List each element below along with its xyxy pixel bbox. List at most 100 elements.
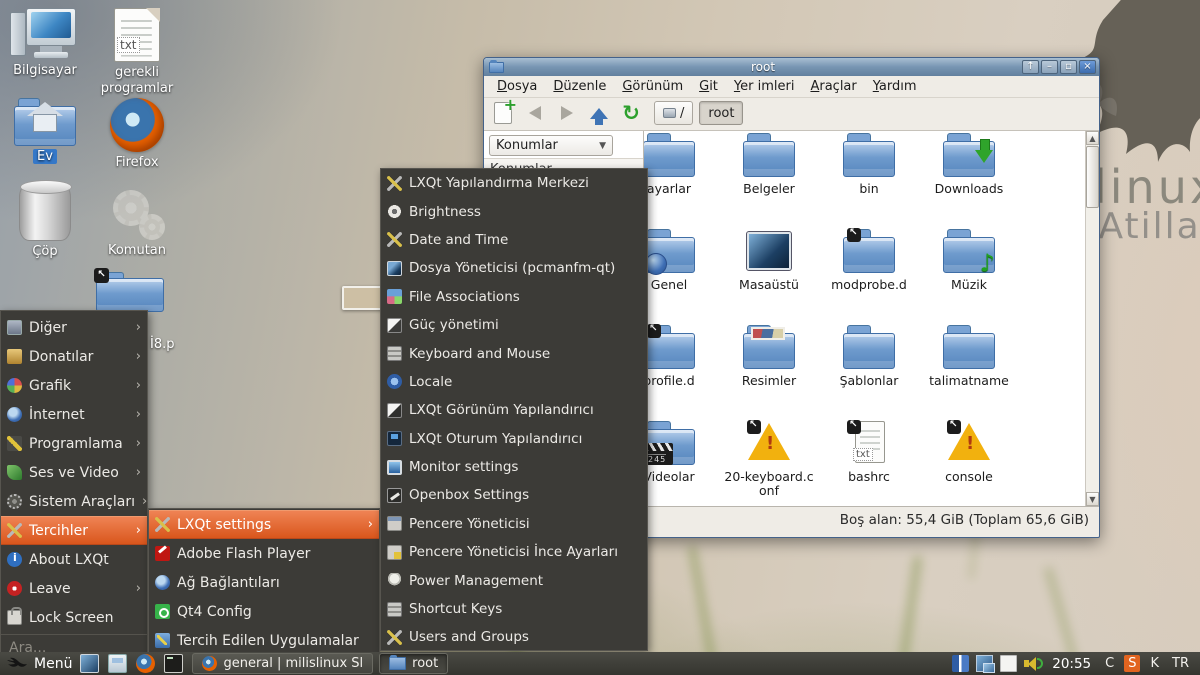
minimize-button[interactable]: – (1041, 60, 1058, 74)
forward-button[interactable] (554, 101, 580, 125)
tray-clipboard-icon[interactable] (1000, 655, 1017, 672)
menu-item[interactable]: Donatılar › (1, 342, 147, 371)
menu-button[interactable]: Menü (0, 652, 80, 675)
file-list-area[interactable]: txt ♪ ayarlar (644, 131, 1099, 506)
file-item[interactable]: txt ♪ ayarlar (644, 133, 719, 196)
tray-volume-icon[interactable] (1024, 655, 1041, 672)
desktop-icon-label: Komutan (87, 243, 187, 259)
file-item[interactable]: txt ♪ Şablonlar (819, 325, 919, 388)
refresh-button[interactable]: ↻ (618, 101, 644, 125)
desktop-icon-firefox[interactable]: Firefox (87, 98, 187, 171)
file-item[interactable]: txt ♪ modprobe.d (819, 229, 919, 292)
indicator-c[interactable]: C (1102, 656, 1117, 671)
menu-item[interactable]: Pencere Yöneticisi İnce Ayarları (381, 538, 647, 566)
firefox-launcher-icon[interactable] (136, 654, 155, 673)
file-item[interactable]: txt ♪ talimatname (919, 325, 1019, 388)
desktop-icon-computer[interactable]: Bilgisayar (0, 8, 93, 79)
file-item[interactable]: txt ♪ Belgeler (719, 133, 819, 196)
menubar-item[interactable]: Düzenle (546, 78, 613, 95)
file-item[interactable]: txt ♪ profile.d (644, 325, 719, 388)
menu-item[interactable]: File Associations (381, 283, 647, 311)
up-button[interactable] (586, 101, 612, 125)
file-item[interactable]: txt ♪ console (919, 421, 1019, 484)
task-button-root[interactable]: root (379, 653, 448, 674)
places-combobox[interactable]: Konumlar▼ (489, 135, 613, 156)
menu-item[interactable]: Güç yönetimi (381, 311, 647, 339)
back-button[interactable] (522, 101, 548, 125)
menu-item[interactable]: İnternet › (1, 400, 147, 429)
file-item[interactable]: txt ♪ Downloads (919, 133, 1019, 196)
task-button-browser[interactable]: general | milislinux Sl (192, 653, 373, 674)
keyboard-layout-indicator[interactable]: TR (1169, 656, 1192, 671)
menu-item[interactable]: Tercihler › (1, 516, 147, 545)
desktop-icon-trash[interactable]: Çöp (0, 183, 93, 260)
show-desktop-launcher-icon[interactable] (80, 654, 99, 673)
menu-item[interactable]: Power Management (381, 566, 647, 594)
scrollbar-thumb[interactable] (1086, 146, 1099, 208)
close-button[interactable]: × (1079, 60, 1096, 74)
maximize-button[interactable]: ▫ (1060, 60, 1077, 74)
file-item[interactable]: txt ♪ bashrc (819, 421, 919, 484)
shade-button[interactable]: ↑ (1022, 60, 1039, 74)
menubar-item[interactable]: Dosya (490, 78, 544, 95)
tray-network-icon[interactable] (976, 655, 993, 672)
terminal-launcher-icon[interactable] (164, 654, 183, 673)
window-titlebar[interactable]: root ↑ – ▫ × (484, 58, 1099, 76)
new-tab-button[interactable] (490, 101, 516, 125)
clock[interactable]: 20:55 (1052, 656, 1091, 672)
indicator-s[interactable]: S (1124, 655, 1140, 672)
menu-item[interactable]: Lock Screen › (1, 603, 147, 632)
menu-item[interactable]: Openbox Settings (381, 481, 647, 509)
menu-item[interactable]: Ses ve Video › (1, 458, 147, 487)
file-item[interactable]: txt ♪ Videolar (644, 421, 719, 484)
path-root-button[interactable]: / (654, 101, 693, 125)
menubar-item[interactable]: Git (692, 78, 725, 95)
path-current-button[interactable]: root (699, 101, 743, 125)
file-manager-launcher-icon[interactable] (108, 654, 127, 673)
file-item[interactable]: txt ♪ Resimler (719, 325, 819, 388)
file-item[interactable]: txt ♪ Masaüstü (719, 229, 819, 292)
tray-files-icon[interactable] (952, 655, 969, 672)
menu-item[interactable]: LXQt Yapılandırma Merkezi (381, 169, 647, 197)
menu-item[interactable]: Leave › (1, 574, 147, 603)
submenu-arrow-icon: › (136, 465, 141, 480)
menu-item[interactable]: Grafik › (1, 371, 147, 400)
file-item[interactable]: txt ♪ Genel (644, 229, 719, 292)
menu-item[interactable]: LXQt settings › (149, 510, 379, 539)
desktop-icon-home[interactable]: Ev (0, 98, 93, 165)
menu-item[interactable]: Pencere Yöneticisi (381, 510, 647, 538)
menu-item[interactable]: LXQt Oturum Yapılandırıcı (381, 425, 647, 453)
desktop-icon-gerekli-programlar[interactable]: txt gerekli programlar (87, 8, 187, 98)
menu-item[interactable]: Brightness (381, 197, 647, 225)
indicator-k[interactable]: K (1147, 656, 1162, 671)
menu-item[interactable]: Qt4 Config › (149, 597, 379, 626)
file-item[interactable]: txt ♪ bin (819, 133, 919, 196)
file-item[interactable]: txt ♪ 20-keyboard.conf (719, 421, 819, 499)
menu-item[interactable]: Adobe Flash Player › (149, 539, 379, 568)
menubar-item[interactable]: Araçlar (803, 78, 863, 95)
menu-item[interactable]: Keyboard and Mouse (381, 339, 647, 367)
menu-item[interactable]: Users and Groups (381, 623, 647, 651)
vertical-scrollbar[interactable]: ▲ ▼ (1085, 131, 1099, 506)
scroll-up-arrow[interactable]: ▲ (1086, 131, 1099, 145)
desktop-icon-komutan[interactable]: Komutan (87, 188, 187, 259)
desktop-folder-icon-partial[interactable]: ↖ (96, 272, 164, 312)
menu-item[interactable]: LXQt Görünüm Yapılandırıcı (381, 396, 647, 424)
scroll-down-arrow[interactable]: ▼ (1086, 492, 1099, 506)
menubar-item[interactable]: Görünüm (615, 78, 690, 95)
menubar-item[interactable]: Yardım (866, 78, 924, 95)
menu-item[interactable]: Locale (381, 368, 647, 396)
menu-item[interactable]: About LXQt › (1, 545, 147, 574)
menu-item[interactable]: Diğer › (1, 313, 147, 342)
menu-item[interactable]: Shortcut Keys (381, 595, 647, 623)
menubar-item[interactable]: Yer imleri (727, 78, 802, 95)
menu-item[interactable]: Sistem Araçları › (1, 487, 147, 516)
menu-item[interactable]: Ağ Bağlantıları › (149, 568, 379, 597)
menu-item[interactable]: Programlama › (1, 429, 147, 458)
menu-item[interactable]: Tercih Edilen Uygulamalar › (149, 626, 379, 655)
menu-item-icon (387, 460, 402, 475)
menu-item[interactable]: Monitor settings (381, 453, 647, 481)
menu-item[interactable]: Dosya Yöneticisi (pcmanfm-qt) (381, 254, 647, 282)
file-item[interactable]: txt ♪ Müzik (919, 229, 1019, 292)
menu-item[interactable]: Date and Time (381, 226, 647, 254)
